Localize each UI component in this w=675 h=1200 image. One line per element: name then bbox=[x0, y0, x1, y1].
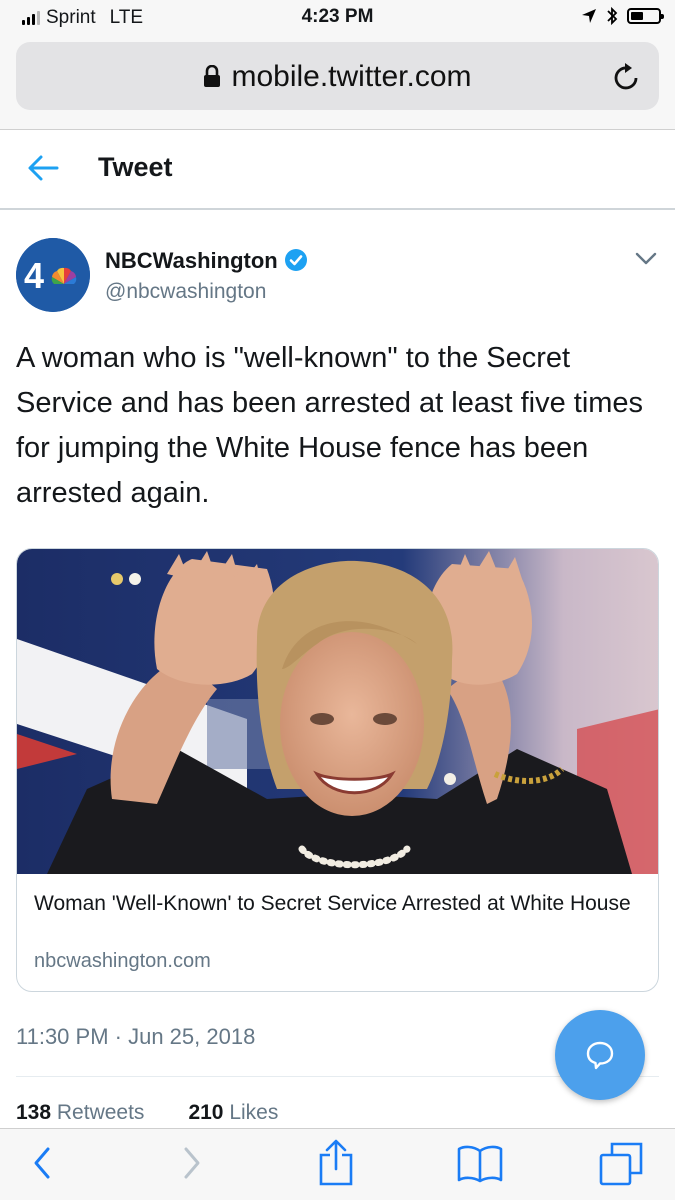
browser-back-icon[interactable] bbox=[28, 1143, 56, 1183]
tabs-icon[interactable] bbox=[598, 1141, 644, 1187]
status-time: 4:23 PM bbox=[301, 6, 374, 27]
svg-text:4: 4 bbox=[24, 255, 44, 296]
url-display[interactable]: mobile.twitter.com bbox=[16, 60, 659, 94]
likes-stat[interactable]: 210 Likes bbox=[188, 1101, 278, 1125]
lock-icon bbox=[204, 64, 221, 87]
tweet-timestamp[interactable]: 11:30 PM · Jun 25, 2018 bbox=[16, 1024, 255, 1050]
back-arrow-icon[interactable] bbox=[27, 154, 59, 182]
address-bar[interactable]: mobile.twitter.com bbox=[16, 42, 659, 110]
author-name-text: NBCWashington bbox=[105, 248, 278, 273]
status-indicators bbox=[581, 6, 664, 26]
tweet-stats: 138 Retweets 210 Likes bbox=[16, 1101, 278, 1125]
card-image bbox=[17, 549, 658, 874]
bluetooth-icon bbox=[607, 6, 618, 26]
link-card[interactable]: Woman 'Well-Known' to Secret Service Arr… bbox=[16, 548, 659, 992]
share-icon[interactable] bbox=[316, 1139, 356, 1187]
browser-toolbar bbox=[0, 1128, 675, 1200]
reload-icon[interactable] bbox=[613, 62, 641, 92]
retweets-stat[interactable]: 138 Retweets bbox=[16, 1101, 144, 1125]
verified-badge-icon bbox=[284, 249, 307, 272]
avatar[interactable]: 4 bbox=[16, 238, 90, 312]
author-handle[interactable]: @nbcwashington bbox=[105, 280, 266, 304]
location-arrow-icon bbox=[582, 9, 596, 23]
nbc-logo-icon: 4 bbox=[16, 238, 90, 312]
chevron-down-icon[interactable] bbox=[635, 252, 657, 266]
author-name[interactable]: NBCWashington bbox=[105, 248, 308, 274]
likes-count: 210 bbox=[188, 1101, 224, 1124]
retweets-count: 138 bbox=[16, 1101, 52, 1124]
battery-icon bbox=[627, 8, 664, 24]
page-title: Tweet bbox=[98, 152, 173, 182]
card-title: Woman 'Well-Known' to Secret Service Arr… bbox=[34, 892, 631, 915]
browser-forward-icon[interactable] bbox=[178, 1143, 206, 1183]
status-bar: Sprint LTE 4:23 PM bbox=[0, 0, 675, 36]
page-header: Tweet bbox=[0, 130, 675, 210]
compose-reply-icon bbox=[586, 1041, 614, 1070]
card-domain: nbcwashington.com bbox=[34, 950, 211, 972]
retweets-label: Retweets bbox=[56, 1101, 145, 1124]
compose-reply-button[interactable] bbox=[555, 1010, 645, 1100]
likes-label: Likes bbox=[229, 1101, 279, 1124]
url-text: mobile.twitter.com bbox=[231, 60, 472, 93]
browser-chrome: mobile.twitter.com bbox=[0, 36, 675, 130]
bookmarks-icon[interactable] bbox=[456, 1143, 504, 1183]
tweet-text: A woman who is "well-known" to the Secre… bbox=[16, 342, 644, 509]
